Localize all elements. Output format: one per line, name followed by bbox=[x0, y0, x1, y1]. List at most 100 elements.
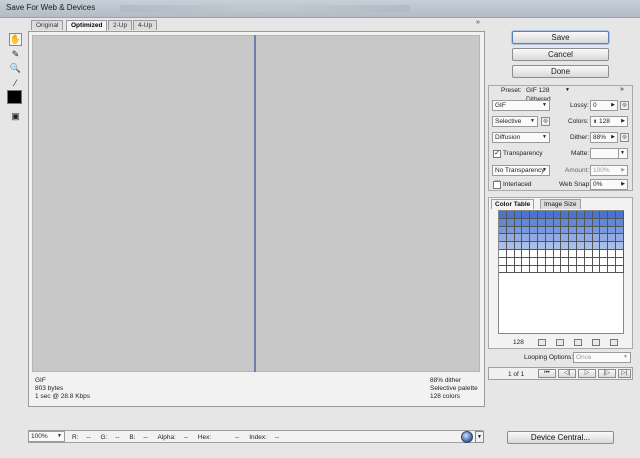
next-frame-icon[interactable]: |▷ bbox=[598, 369, 616, 378]
color-swatch[interactable] bbox=[576, 257, 585, 266]
color-swatch[interactable] bbox=[514, 265, 523, 274]
color-swatch[interactable] bbox=[592, 218, 601, 227]
color-swatch[interactable] bbox=[545, 226, 554, 235]
color-swatch[interactable] bbox=[553, 249, 562, 258]
color-swatch[interactable] bbox=[537, 234, 546, 243]
color-swatch[interactable] bbox=[553, 218, 562, 227]
color-swatch[interactable] bbox=[499, 226, 507, 235]
color-swatch[interactable] bbox=[561, 226, 570, 235]
color-swatch[interactable] bbox=[615, 249, 624, 258]
color-swatch[interactable] bbox=[553, 211, 562, 219]
hand-icon[interactable]: ✋ bbox=[9, 33, 22, 46]
color-swatch[interactable] bbox=[569, 242, 577, 250]
color-swatch[interactable] bbox=[615, 234, 624, 243]
color-swatch[interactable] bbox=[530, 234, 538, 243]
browser-menu-arrow-icon[interactable]: ▼ bbox=[475, 431, 484, 443]
color-swatch[interactable] bbox=[522, 218, 531, 227]
color-swatch[interactable] bbox=[561, 218, 570, 227]
color-swatch[interactable] bbox=[506, 234, 515, 243]
color-swatch[interactable] bbox=[537, 257, 546, 266]
color-swatch[interactable] bbox=[576, 234, 585, 243]
color-swatch[interactable] bbox=[537, 218, 546, 227]
color-swatch[interactable] bbox=[569, 265, 577, 274]
color-swatch[interactable] bbox=[545, 265, 554, 274]
color-swatch[interactable] bbox=[530, 211, 538, 219]
color-swatch[interactable] bbox=[545, 257, 554, 266]
zoom-icon[interactable]: 🔍 bbox=[9, 62, 22, 75]
color-swatch[interactable] bbox=[537, 265, 546, 274]
color-swatch[interactable] bbox=[561, 211, 570, 219]
color-swatch[interactable] bbox=[522, 249, 531, 258]
color-swatch[interactable] bbox=[506, 226, 515, 235]
lossy-field[interactable]: 0 ▶ bbox=[590, 100, 618, 111]
slice-select-icon[interactable]: ✎ bbox=[9, 48, 22, 61]
color-swatch[interactable] bbox=[537, 249, 546, 258]
color-swatch[interactable] bbox=[522, 242, 531, 250]
color-swatch[interactable] bbox=[506, 257, 515, 266]
amount-field[interactable]: 100% ▶ bbox=[590, 165, 628, 176]
lossy-mask-icon[interactable]: ◎ bbox=[620, 101, 629, 110]
color-swatch[interactable] bbox=[545, 242, 554, 250]
color-swatch[interactable] bbox=[608, 234, 616, 243]
transparency-dither-select[interactable]: No Transparency ... ▼ bbox=[492, 165, 550, 183]
color-swatch[interactable] bbox=[600, 218, 609, 227]
color-swatch[interactable] bbox=[499, 234, 507, 243]
color-swatch[interactable] bbox=[514, 218, 523, 227]
reduction-mask-icon[interactable]: ◎ bbox=[541, 117, 550, 126]
color-swatch[interactable] bbox=[545, 249, 554, 258]
color-swatch[interactable] bbox=[615, 218, 624, 227]
color-swatch[interactable] bbox=[537, 211, 546, 219]
color-swatch[interactable] bbox=[569, 257, 577, 266]
color-swatch[interactable] bbox=[499, 257, 507, 266]
colors-stepper-icon[interactable]: ⬍ bbox=[593, 119, 597, 125]
color-swatch[interactable] bbox=[592, 242, 601, 250]
looping-select[interactable]: Once ▼ bbox=[573, 352, 631, 363]
color-swatch[interactable] bbox=[592, 234, 601, 243]
color-swatch[interactable] bbox=[553, 265, 562, 274]
color-swatch[interactable] bbox=[600, 265, 609, 274]
color-swatch[interactable] bbox=[522, 211, 531, 219]
tab-2-up[interactable]: 2-Up bbox=[108, 20, 133, 30]
color-swatch[interactable] bbox=[569, 234, 577, 243]
color-swatch[interactable] bbox=[506, 265, 515, 274]
color-swatch[interactable] bbox=[530, 218, 538, 227]
preset-select[interactable]: GIF 128 Dithered▼ bbox=[524, 86, 570, 103]
color-swatch-grid[interactable] bbox=[499, 211, 624, 274]
color-swatch[interactable] bbox=[553, 234, 562, 243]
color-swatch[interactable] bbox=[576, 226, 585, 235]
color-swatch[interactable] bbox=[530, 265, 538, 274]
color-swatch[interactable] bbox=[561, 249, 570, 258]
color-swatch[interactable] bbox=[522, 226, 531, 235]
color-swatch[interactable] bbox=[584, 249, 593, 258]
color-swatch[interactable] bbox=[553, 257, 562, 266]
color-swatch[interactable] bbox=[584, 226, 593, 235]
color-swatch[interactable] bbox=[592, 226, 601, 235]
color-swatch[interactable] bbox=[600, 249, 609, 258]
dither-mask-icon[interactable]: ◎ bbox=[620, 133, 629, 142]
zoom-select[interactable]: 100% ▼ bbox=[28, 431, 65, 442]
tab-optimized[interactable]: Optimized bbox=[66, 20, 108, 31]
color-swatch[interactable] bbox=[615, 211, 624, 219]
color-swatch[interactable] bbox=[615, 257, 624, 266]
color-swatch[interactable] bbox=[576, 218, 585, 227]
color-swatch[interactable] bbox=[569, 249, 577, 258]
web-shift-icon[interactable] bbox=[556, 339, 564, 346]
settings-menu-icon[interactable]: » bbox=[620, 86, 624, 93]
color-swatch[interactable] bbox=[584, 234, 593, 243]
last-frame-icon[interactable]: ▷| bbox=[618, 369, 631, 378]
colors-field[interactable]: ⬍ 128 ▶ bbox=[590, 116, 628, 127]
new-color-icon[interactable] bbox=[592, 339, 600, 346]
color-swatch[interactable] bbox=[592, 257, 601, 266]
color-swatch[interactable] bbox=[576, 242, 585, 250]
color-swatch[interactable] bbox=[553, 226, 562, 235]
color-swatch[interactable] bbox=[584, 218, 593, 227]
transparency-checkbox[interactable]: ✓ bbox=[493, 150, 501, 158]
color-swatch[interactable] bbox=[499, 242, 507, 250]
color-table-grid[interactable] bbox=[498, 210, 624, 334]
color-swatch[interactable] bbox=[537, 226, 546, 235]
color-swatch[interactable] bbox=[506, 218, 515, 227]
color-swatch[interactable] bbox=[584, 211, 593, 219]
color-swatch[interactable] bbox=[608, 265, 616, 274]
cancel-button[interactable]: Cancel bbox=[512, 48, 609, 61]
panel-collapse-icon[interactable]: » bbox=[476, 19, 480, 26]
